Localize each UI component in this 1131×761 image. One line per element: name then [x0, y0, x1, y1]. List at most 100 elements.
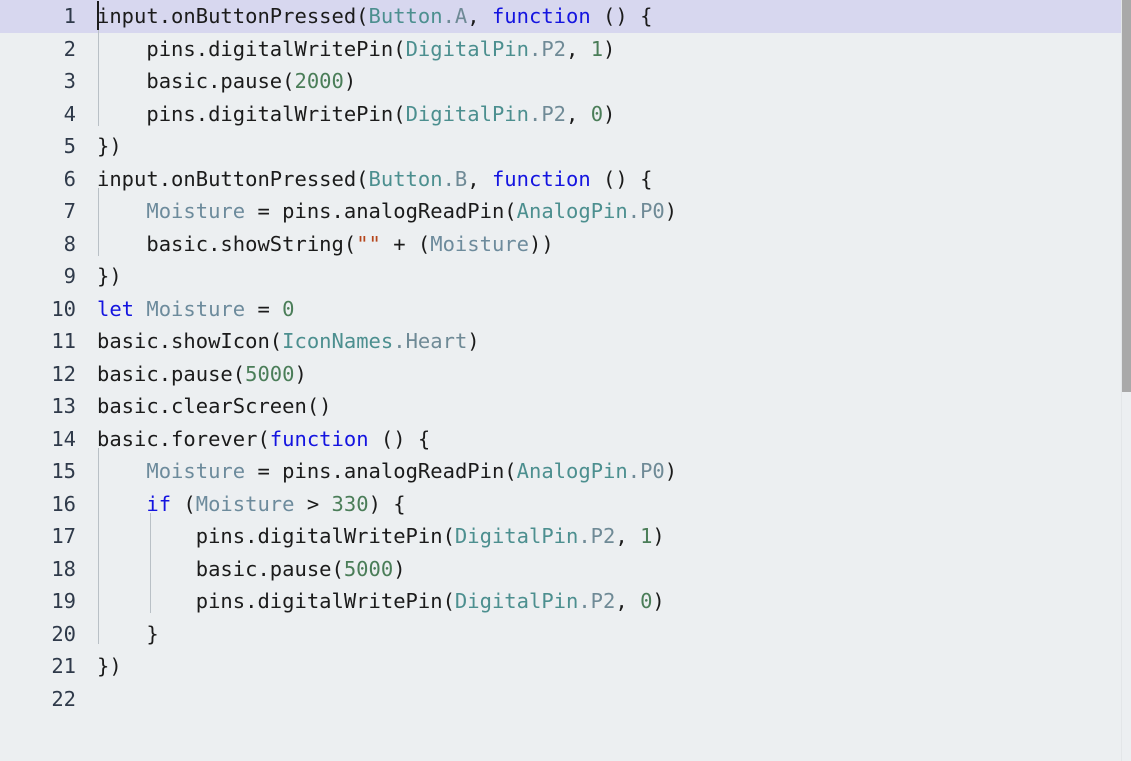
- indent-guide: [98, 188, 99, 256]
- token-plain: basic.pause(: [97, 556, 344, 581]
- code-line[interactable]: 9}): [0, 260, 1131, 293]
- line-content[interactable]: basic.showIcon(IconNames.Heart): [97, 325, 480, 358]
- code-line[interactable]: 13 basic.clearScreen(): [0, 390, 1131, 423]
- code-line[interactable]: 4 pins.digitalWritePin(DigitalPin.P2, 0): [0, 98, 1131, 131]
- token-plain: basic.pause(: [97, 361, 246, 386]
- token-plain: ): [664, 199, 678, 223]
- token-plain: (: [171, 491, 196, 516]
- line-content[interactable]: let Moisture = 0: [97, 293, 295, 326]
- token-var: Moisture: [430, 231, 529, 256]
- token-plain: ): [603, 36, 616, 61]
- code-line[interactable]: 2 pins.digitalWritePin(DigitalPin.P2, 1): [0, 33, 1131, 66]
- line-number: 22: [51, 686, 76, 711]
- token-plain: ): [343, 69, 357, 93]
- vertical-scrollbar-thumb[interactable]: [1122, 0, 1131, 392]
- token-plain: ,: [467, 166, 492, 191]
- token-plain: ) {: [368, 491, 406, 516]
- token-plain: input.onButtonPressed(: [97, 166, 369, 191]
- token-plain: = pins.analogReadPin(: [245, 199, 517, 223]
- line-content[interactable]: input.onButtonPressed(Button.B, function…: [97, 163, 652, 196]
- code-surface[interactable]: 1 input.onButtonPressed(Button.A, functio…: [0, 0, 1131, 761]
- token-type: Button: [368, 166, 443, 191]
- token-plain: + (: [380, 231, 431, 256]
- code-line[interactable]: 15 Moisture = pins.analogReadPin(AnalogP…: [0, 455, 1131, 488]
- line-content[interactable]: Moisture = pins.analogReadPin(AnalogPin.…: [97, 195, 677, 228]
- code-line[interactable]: 7 Moisture = pins.analogReadPin(AnalogPi…: [0, 195, 1131, 228]
- token-member: .A: [442, 4, 468, 28]
- line-number: 5: [63, 134, 76, 158]
- code-line[interactable]: 21}): [0, 650, 1131, 683]
- code-line[interactable]: 1 input.onButtonPressed(Button.A, functio…: [0, 0, 1131, 33]
- code-line[interactable]: 8 basic.showString("" + (Moisture)): [0, 228, 1131, 261]
- code-line[interactable]: 22: [0, 683, 1131, 716]
- line-content[interactable]: }): [97, 650, 122, 683]
- token-plain: }: [97, 621, 159, 646]
- code-line[interactable]: 11 basic.showIcon(IconNames.Heart): [0, 325, 1131, 358]
- token-kw: function: [491, 166, 591, 191]
- line-content[interactable]: pins.digitalWritePin(DigitalPin.P2, 0): [97, 98, 615, 131]
- line-content[interactable]: pins.digitalWritePin(DigitalPin.P2, 0): [97, 585, 665, 618]
- token-kw: if: [146, 491, 172, 516]
- line-number: 8: [63, 231, 76, 256]
- token-type: DigitalPin: [405, 101, 529, 126]
- line-content[interactable]: basic.showString("" + (Moisture)): [97, 228, 553, 261]
- token-member: .P0: [627, 459, 665, 483]
- line-number: 10: [51, 296, 76, 321]
- code-line[interactable]: 19 pins.digitalWritePin(DigitalPin.P2, 0…: [0, 585, 1131, 618]
- code-line[interactable]: 12 basic.pause(5000): [0, 358, 1131, 391]
- token-str: "": [356, 231, 381, 256]
- token-type: Button: [368, 4, 443, 28]
- token-kw: let: [97, 296, 135, 321]
- line-content[interactable]: basic.forever(function () {: [97, 423, 430, 456]
- line-number: 18: [51, 556, 76, 581]
- code-line[interactable]: 16 if (Moisture > 330) {: [0, 488, 1131, 521]
- token-plain: ): [393, 556, 406, 581]
- line-content[interactable]: }): [97, 260, 122, 293]
- token-num: 2000: [294, 69, 344, 93]
- line-content[interactable]: }): [97, 130, 122, 163]
- token-type: DigitalPin: [454, 589, 579, 613]
- line-content[interactable]: pins.digitalWritePin(DigitalPin.P2, 1): [97, 33, 615, 66]
- code-line[interactable]: 17 pins.digitalWritePin(DigitalPin.P2, 1…: [0, 520, 1131, 553]
- token-type: AnalogPin: [516, 459, 628, 483]
- token-var: Moisture: [146, 459, 246, 483]
- code-line[interactable]: 18 basic.pause(5000): [0, 553, 1131, 586]
- code-line[interactable]: 3 basic.pause(2000): [0, 65, 1131, 98]
- code-editor[interactable]: 1 input.onButtonPressed(Button.A, functio…: [0, 0, 1131, 761]
- line-content[interactable]: Moisture = pins.analogReadPin(AnalogPin.…: [97, 455, 677, 488]
- code-line[interactable]: 6 input.onButtonPressed(Button.B, functio…: [0, 163, 1131, 196]
- token-plain: pins.digitalWritePin(: [97, 36, 406, 61]
- code-line[interactable]: 20 }: [0, 618, 1131, 651]
- token-plain: }): [97, 654, 122, 678]
- line-number: 3: [63, 69, 76, 93]
- token-plain: basic.forever(: [97, 426, 270, 451]
- code-line[interactable]: 5}): [0, 130, 1131, 163]
- code-line[interactable]: 10 let Moisture = 0: [0, 293, 1131, 326]
- code-line[interactable]: 14 basic.forever(function () {: [0, 423, 1131, 456]
- line-number: 16: [51, 491, 76, 516]
- token-plain: basic.clearScreen(): [97, 394, 332, 418]
- line-number: 12: [51, 361, 76, 386]
- line-content[interactable]: pins.digitalWritePin(DigitalPin.P2, 1): [97, 520, 665, 553]
- line-number: 6: [63, 166, 76, 191]
- token-var: Moisture: [146, 199, 246, 223]
- token-var: Moisture: [146, 296, 246, 321]
- line-content[interactable]: basic.pause(5000): [97, 553, 406, 586]
- line-number: 14: [51, 426, 76, 451]
- line-content[interactable]: basic.pause(2000): [97, 65, 356, 98]
- line-content[interactable]: }: [97, 618, 159, 651]
- vertical-scrollbar-track[interactable]: [1122, 0, 1131, 761]
- token-var: Moisture: [195, 491, 295, 516]
- line-content[interactable]: if (Moisture > 330) {: [97, 488, 406, 521]
- token-plain: pins.digitalWritePin(: [97, 101, 406, 126]
- line-content[interactable]: basic.pause(5000): [97, 358, 307, 391]
- line-number: 17: [51, 524, 76, 548]
- token-plain: >: [294, 491, 332, 516]
- line-content[interactable]: input.onButtonPressed(Button.A, function…: [97, 0, 652, 33]
- token-plain: () {: [590, 166, 653, 191]
- line-content[interactable]: basic.clearScreen(): [97, 390, 332, 423]
